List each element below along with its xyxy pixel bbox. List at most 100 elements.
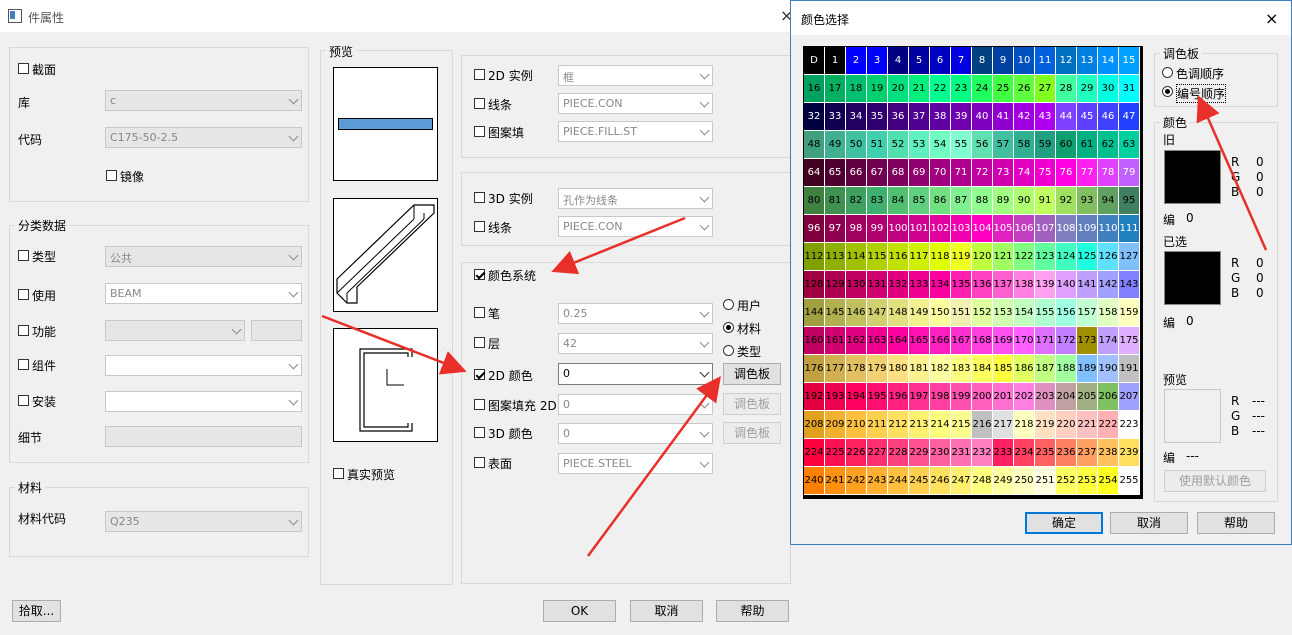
- palette-cell[interactable]: 87: [951, 187, 972, 215]
- radio-number-order[interactable]: [1162, 86, 1173, 97]
- palette-cell[interactable]: 166: [930, 327, 951, 355]
- palette-cell[interactable]: 64: [804, 159, 825, 187]
- palette-cell[interactable]: 78: [1098, 159, 1119, 187]
- palette-cell[interactable]: 111: [1119, 215, 1140, 243]
- palette-cell[interactable]: 14: [1098, 47, 1119, 75]
- palette-cell[interactable]: 192: [804, 383, 825, 411]
- palette-cell[interactable]: 223: [1119, 411, 1140, 439]
- palette-cell[interactable]: 184: [972, 355, 993, 383]
- function-extra-input[interactable]: [251, 320, 302, 341]
- palette-cell[interactable]: 173: [1077, 327, 1098, 355]
- palette-cell[interactable]: 102: [930, 215, 951, 243]
- palette-cell[interactable]: 99: [867, 215, 888, 243]
- palette-cell[interactable]: 82: [846, 187, 867, 215]
- palette-cell[interactable]: 37: [909, 103, 930, 131]
- palette-cell[interactable]: 167: [951, 327, 972, 355]
- palette-cell[interactable]: 252: [1056, 467, 1077, 495]
- palette-cell[interactable]: 136: [972, 271, 993, 299]
- palette-cell[interactable]: 210: [846, 411, 867, 439]
- palette-cell[interactable]: 86: [930, 187, 951, 215]
- install-checkbox[interactable]: [18, 395, 29, 406]
- palette-cell[interactable]: 159: [1119, 299, 1140, 327]
- palette-cell[interactable]: 92: [1056, 187, 1077, 215]
- palette-cell[interactable]: 30: [1098, 75, 1119, 103]
- palette-cell[interactable]: 130: [846, 271, 867, 299]
- palette-cell[interactable]: 242: [846, 467, 867, 495]
- palette-cell[interactable]: 98: [846, 215, 867, 243]
- palette-cell[interactable]: 36: [888, 103, 909, 131]
- palette-cell[interactable]: 81: [825, 187, 846, 215]
- color3d-select[interactable]: 0: [558, 423, 713, 444]
- palette-cell[interactable]: 31: [1119, 75, 1140, 103]
- palette-cell[interactable]: 226: [846, 439, 867, 467]
- layer-checkbox[interactable]: [474, 337, 485, 348]
- pattern-2d-checkbox[interactable]: [474, 126, 485, 137]
- palette-cell[interactable]: 9: [993, 47, 1014, 75]
- palette-cell[interactable]: 150: [930, 299, 951, 327]
- palette-cell[interactable]: 22: [930, 75, 951, 103]
- palette-cell[interactable]: 88: [972, 187, 993, 215]
- palette-cell[interactable]: 55: [951, 131, 972, 159]
- palette-cell[interactable]: 53: [909, 131, 930, 159]
- palette-cell[interactable]: 229: [909, 439, 930, 467]
- palette-cell[interactable]: 116: [888, 243, 909, 271]
- palette-cell[interactable]: 154: [1014, 299, 1035, 327]
- palette-cell[interactable]: 41: [993, 103, 1014, 131]
- palette-cell[interactable]: 221: [1077, 411, 1098, 439]
- palette-cell[interactable]: 246: [930, 467, 951, 495]
- palette-cell[interactable]: 27: [1035, 75, 1056, 103]
- type-select[interactable]: 公共: [105, 246, 302, 267]
- palette-cell[interactable]: 3: [867, 47, 888, 75]
- palette-cell[interactable]: 180: [888, 355, 909, 383]
- line-3d-select[interactable]: PIECE.CON: [558, 216, 713, 237]
- palette-cell[interactable]: 112: [804, 243, 825, 271]
- palette-cell[interactable]: 13: [1077, 47, 1098, 75]
- palette-cell[interactable]: 70: [930, 159, 951, 187]
- palette-cell[interactable]: 168: [972, 327, 993, 355]
- palette-cell[interactable]: 107: [1035, 215, 1056, 243]
- help-button[interactable]: 帮助: [716, 600, 789, 622]
- palette-cell[interactable]: 170: [1014, 327, 1035, 355]
- real-preview-checkbox[interactable]: [333, 468, 344, 479]
- palette-cell[interactable]: 142: [1098, 271, 1119, 299]
- palette-cell[interactable]: 23: [951, 75, 972, 103]
- ok-button[interactable]: OK: [543, 600, 616, 622]
- palette-cell[interactable]: 171: [1035, 327, 1056, 355]
- palette-cell[interactable]: 188: [1056, 355, 1077, 383]
- palette-cell[interactable]: 45: [1077, 103, 1098, 131]
- palette-cell[interactable]: 26: [1014, 75, 1035, 103]
- palette-cell[interactable]: 205: [1077, 383, 1098, 411]
- code-select[interactable]: C175-50-2.5: [105, 127, 302, 148]
- palette-cell[interactable]: 219: [1035, 411, 1056, 439]
- palette-cell[interactable]: 218: [1014, 411, 1035, 439]
- palette-cell[interactable]: 164: [888, 327, 909, 355]
- palette-cell[interactable]: 110: [1098, 215, 1119, 243]
- palette-cell[interactable]: 73: [993, 159, 1014, 187]
- mirror-checkbox[interactable]: [106, 170, 117, 181]
- palette-cell[interactable]: 233: [993, 439, 1014, 467]
- surface-select[interactable]: PIECE.STEEL: [558, 453, 713, 474]
- palette-cell[interactable]: 97: [825, 215, 846, 243]
- palette-cell[interactable]: 76: [1056, 159, 1077, 187]
- palette-cell[interactable]: 251: [1035, 467, 1056, 495]
- line-2d-checkbox[interactable]: [474, 98, 485, 109]
- palette-cell[interactable]: 49: [825, 131, 846, 159]
- palette-cell[interactable]: 149: [909, 299, 930, 327]
- palette-cell[interactable]: 250: [1014, 467, 1035, 495]
- palette-cell[interactable]: 161: [825, 327, 846, 355]
- palette-cell[interactable]: 144: [804, 299, 825, 327]
- palette-cell[interactable]: 207: [1119, 383, 1140, 411]
- palette-cell[interactable]: 254: [1098, 467, 1119, 495]
- palette-cell[interactable]: 155: [1035, 299, 1056, 327]
- palette-cell[interactable]: 240: [804, 467, 825, 495]
- palette-cell[interactable]: 175: [1119, 327, 1140, 355]
- palette-cell[interactable]: 201: [993, 383, 1014, 411]
- palette-cell[interactable]: 56: [972, 131, 993, 159]
- palette-cell[interactable]: 225: [825, 439, 846, 467]
- pen-select[interactable]: 0.25: [558, 303, 713, 324]
- palette-cell[interactable]: 241: [825, 467, 846, 495]
- palette-cell[interactable]: 124: [1056, 243, 1077, 271]
- palette-cell[interactable]: 63: [1119, 131, 1140, 159]
- palette-cell[interactable]: 6: [930, 47, 951, 75]
- palette-cell[interactable]: 60: [1056, 131, 1077, 159]
